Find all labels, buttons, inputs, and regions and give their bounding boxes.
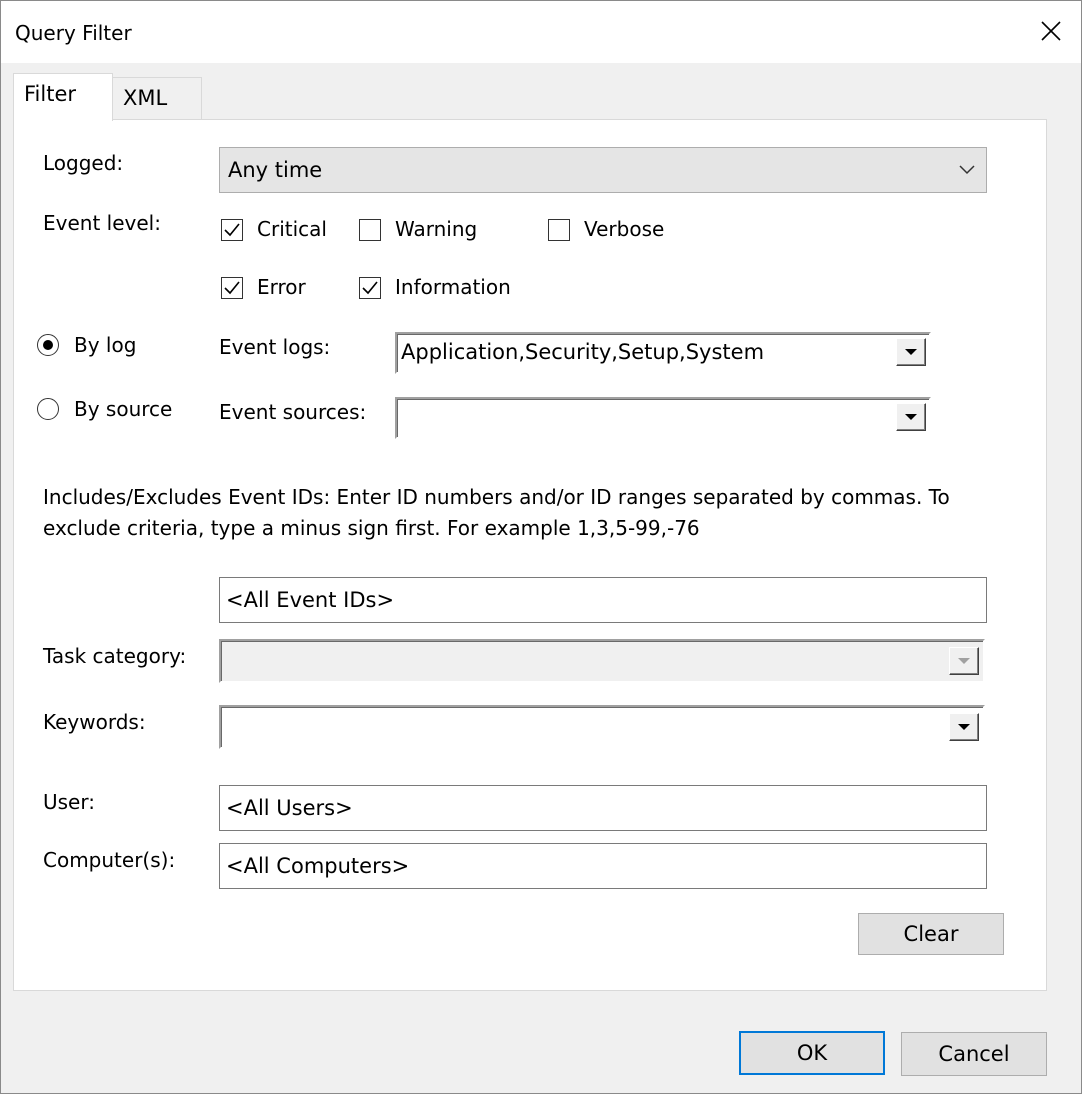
tab-filter-label: Filter [24, 82, 77, 106]
ok-button[interactable]: OK [739, 1031, 885, 1075]
user-input[interactable]: <All Users> [219, 785, 987, 831]
dropdown-arrow-icon [958, 724, 970, 730]
tab-filter[interactable]: Filter [13, 73, 113, 121]
warning-checkbox[interactable] [359, 219, 381, 241]
error-label: Error [257, 275, 306, 299]
clear-button[interactable]: Clear [858, 913, 1004, 955]
query-filter-dialog: Query Filter Filter XML Logged: Any time… [0, 0, 1082, 1094]
verbose-label: Verbose [584, 217, 665, 241]
event-logs-label: Event logs: [219, 335, 331, 359]
close-icon [1041, 21, 1061, 41]
event-sources-select[interactable] [395, 397, 931, 439]
dropdown-arrow-icon [905, 414, 917, 420]
by-log-label: By log [74, 333, 137, 357]
dropdown-arrow-icon [958, 658, 970, 664]
task-category-select [219, 639, 985, 683]
computers-input[interactable]: <All Computers> [219, 843, 987, 889]
event-sources-label: Event sources: [219, 400, 367, 424]
logged-value: Any time [228, 158, 323, 182]
warning-label: Warning [395, 217, 478, 241]
keywords-label: Keywords: [43, 710, 146, 734]
logged-label: Logged: [43, 151, 124, 175]
logged-select[interactable]: Any time [219, 147, 987, 193]
close-button[interactable] [1031, 11, 1071, 51]
event-logs-value: Application,Security,Setup,System [401, 340, 765, 364]
tab-xml[interactable]: XML [112, 77, 202, 121]
information-label: Information [395, 275, 511, 299]
radio-selected-dot [43, 340, 53, 350]
user-label: User: [43, 790, 95, 814]
event-level-label: Event level: [43, 211, 161, 235]
user-value: <All Users> [226, 796, 353, 820]
event-sources-dropdown-button[interactable] [896, 403, 926, 431]
by-source-radio[interactable] [37, 398, 59, 420]
critical-checkbox[interactable] [221, 219, 243, 241]
verbose-checkbox[interactable] [548, 219, 570, 241]
event-ids-input[interactable]: <All Event IDs> [219, 577, 987, 623]
event-ids-help-text: Includes/Excludes Event IDs: Enter ID nu… [43, 485, 950, 540]
checkmark-icon [224, 281, 240, 295]
cancel-button[interactable]: Cancel [901, 1032, 1047, 1076]
checkmark-icon [224, 223, 240, 237]
by-log-radio[interactable] [37, 334, 59, 356]
dialog-title: Query Filter [15, 21, 132, 45]
dropdown-arrow-icon [905, 349, 917, 355]
event-logs-select[interactable]: Application,Security,Setup,System [395, 332, 931, 374]
tab-xml-label: XML [123, 86, 168, 110]
event-logs-dropdown-button[interactable] [896, 338, 926, 366]
title-bar: Query Filter [1, 1, 1081, 63]
by-source-label: By source [74, 397, 173, 421]
keywords-dropdown-button[interactable] [949, 713, 979, 741]
event-ids-value: <All Event IDs> [226, 588, 395, 612]
checkmark-icon [362, 281, 378, 295]
error-checkbox[interactable] [221, 277, 243, 299]
computers-value: <All Computers> [226, 854, 410, 878]
task-category-dropdown-button [949, 647, 979, 675]
computers-label: Computer(s): [43, 848, 176, 872]
critical-label: Critical [257, 217, 327, 241]
task-category-label: Task category: [43, 644, 187, 668]
information-checkbox[interactable] [359, 277, 381, 299]
chevron-down-icon [959, 165, 975, 175]
keywords-select[interactable] [219, 705, 985, 749]
